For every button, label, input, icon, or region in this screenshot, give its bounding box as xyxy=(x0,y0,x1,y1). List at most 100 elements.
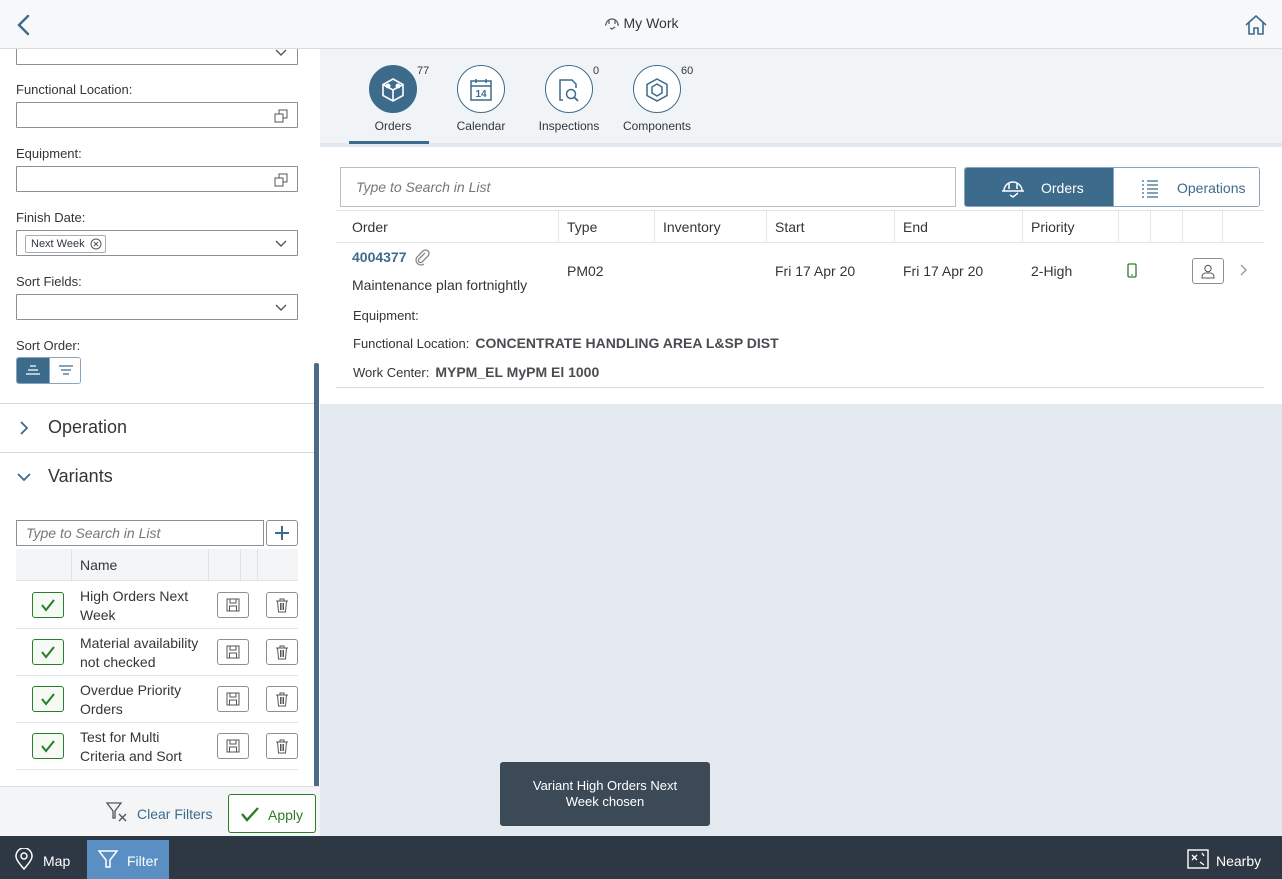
save-variant-button[interactable] xyxy=(217,733,249,759)
chevron-right-icon xyxy=(20,421,29,435)
finish-date-select[interactable]: Next Week xyxy=(16,230,298,256)
variants-search-input[interactable]: Type to Search in List xyxy=(16,520,264,546)
filter-icon xyxy=(97,850,119,868)
clear-filters-button[interactable]: Clear Filters xyxy=(105,795,220,827)
order-priority: 2-High xyxy=(1031,263,1073,279)
filter-panel: Functional Location: Equipment: Finish D… xyxy=(0,49,320,836)
delete-variant-button[interactable] xyxy=(266,686,298,712)
functional-location-label: Functional Location: xyxy=(16,82,133,97)
apply-button[interactable]: Apply xyxy=(228,794,316,833)
column-inventory: Inventory xyxy=(663,219,721,235)
functional-location-input[interactable] xyxy=(16,102,298,128)
save-icon xyxy=(226,645,240,659)
sort-fields-select[interactable] xyxy=(16,294,298,320)
tab-calendar-circle: 14 xyxy=(457,65,505,113)
column-separator xyxy=(894,211,895,242)
tab-inspections-label: Inspections xyxy=(538,119,600,133)
variant-row[interactable]: High Orders Next Week xyxy=(16,582,298,629)
column-separator xyxy=(71,549,72,581)
checkmark-icon xyxy=(41,599,55,612)
sort-ascending-button[interactable] xyxy=(17,358,49,383)
column-start: Start xyxy=(775,219,805,235)
add-variant-button[interactable] xyxy=(266,520,298,546)
home-icon xyxy=(1245,15,1267,35)
chevron-down-icon xyxy=(275,49,287,56)
variants-section-header[interactable]: Variants xyxy=(0,453,314,501)
column-separator xyxy=(1150,211,1151,242)
list-mode-segmented: Orders Operations xyxy=(964,167,1260,207)
column-separator xyxy=(240,549,241,581)
work-center-detail-value: MYPM_EL MyPM El 1000 xyxy=(435,364,600,380)
tab-inspections-count: 0 xyxy=(593,65,600,77)
chevron-down-icon xyxy=(17,473,31,482)
column-separator xyxy=(208,549,209,581)
order-start: Fri 17 Apr 20 xyxy=(775,263,856,279)
calendar-day-number: 14 xyxy=(475,89,487,100)
chevron-down-icon xyxy=(275,240,287,247)
component-icon xyxy=(646,78,668,102)
save-variant-button[interactable] xyxy=(217,686,249,712)
column-separator xyxy=(1118,211,1119,242)
map-button[interactable]: Map xyxy=(0,836,86,879)
equipment-detail-label: Equipment: xyxy=(353,308,419,323)
column-separator xyxy=(1222,211,1223,242)
column-separator xyxy=(1182,211,1183,242)
finish-date-token[interactable]: Next Week xyxy=(25,235,106,253)
orders-search-input[interactable]: Type to Search in List xyxy=(340,167,956,207)
nearby-button[interactable]: Nearby xyxy=(1186,836,1266,879)
order-row[interactable]: 4004377 Maintenance plan fortnightly PM0… xyxy=(336,243,1264,388)
save-variant-button[interactable] xyxy=(217,592,249,618)
variant-row[interactable]: Test for Multi Criteria and Sort xyxy=(16,723,298,770)
tab-calendar[interactable]: 14 Calendar xyxy=(437,64,525,146)
order-id-link[interactable]: 4004377 xyxy=(352,249,407,265)
order-end: Fri 17 Apr 20 xyxy=(903,263,984,279)
filter-panel-scrollbar[interactable] xyxy=(314,363,319,787)
segment-orders-button[interactable]: Orders xyxy=(965,168,1113,206)
variants-table-header: Name xyxy=(16,549,298,581)
variant-row[interactable]: Overdue Priority Orders xyxy=(16,676,298,723)
filter-label: Filter xyxy=(127,853,159,869)
equipment-input[interactable] xyxy=(16,166,298,192)
delete-variant-button[interactable] xyxy=(266,592,298,618)
tab-inspections-circle xyxy=(545,65,593,113)
filter-button[interactable]: Filter xyxy=(87,840,169,879)
variant-select-button[interactable] xyxy=(32,733,64,759)
sort-descending-button[interactable] xyxy=(49,358,80,383)
page-title: My Work xyxy=(0,15,1282,31)
map-label: Map xyxy=(43,853,71,869)
tab-components-circle xyxy=(633,65,681,113)
save-variant-button[interactable] xyxy=(217,639,249,665)
chevron-right-icon[interactable] xyxy=(1239,263,1249,277)
delete-variant-button[interactable] xyxy=(266,639,298,665)
previous-filter-select[interactable] xyxy=(16,49,298,65)
home-button[interactable] xyxy=(1244,14,1268,36)
bottom-toolbar: Map Filter Nearby xyxy=(0,836,1282,879)
equipment-detail: Equipment: xyxy=(353,307,425,323)
orders-table-header: Order Type Inventory Start End Priority xyxy=(336,210,1264,243)
column-separator xyxy=(654,211,655,242)
variant-select-button[interactable] xyxy=(32,686,64,712)
checkmark-icon xyxy=(241,807,259,822)
tab-calendar-label: Calendar xyxy=(456,119,506,133)
variant-select-button[interactable] xyxy=(32,639,64,665)
assign-person-button[interactable] xyxy=(1192,258,1224,284)
token-remove-icon[interactable] xyxy=(90,238,102,250)
operation-section-header[interactable]: Operation xyxy=(0,404,314,452)
segment-operations-button[interactable]: Operations xyxy=(1113,168,1259,206)
delete-variant-button[interactable] xyxy=(266,733,298,759)
value-help-icon[interactable] xyxy=(274,173,288,187)
value-help-icon[interactable] xyxy=(274,109,288,123)
person-icon xyxy=(1201,264,1215,279)
column-separator xyxy=(257,549,258,581)
variant-row[interactable]: Material availability not checked xyxy=(16,629,298,676)
variant-select-button[interactable] xyxy=(32,592,64,618)
tab-components[interactable]: 60 Components xyxy=(613,64,701,146)
sort-fields-label: Sort Fields: xyxy=(16,274,82,289)
nearby-map-icon xyxy=(1187,849,1209,869)
tab-orders[interactable]: 77 Orders xyxy=(349,64,437,146)
orders-list: Type to Search in List Orders Operations… xyxy=(320,147,1282,404)
variant-name: Material availability not checked xyxy=(80,635,199,670)
column-separator xyxy=(766,211,767,242)
equipment-label: Equipment: xyxy=(16,146,82,161)
tab-inspections[interactable]: 0 Inspections xyxy=(525,64,613,146)
